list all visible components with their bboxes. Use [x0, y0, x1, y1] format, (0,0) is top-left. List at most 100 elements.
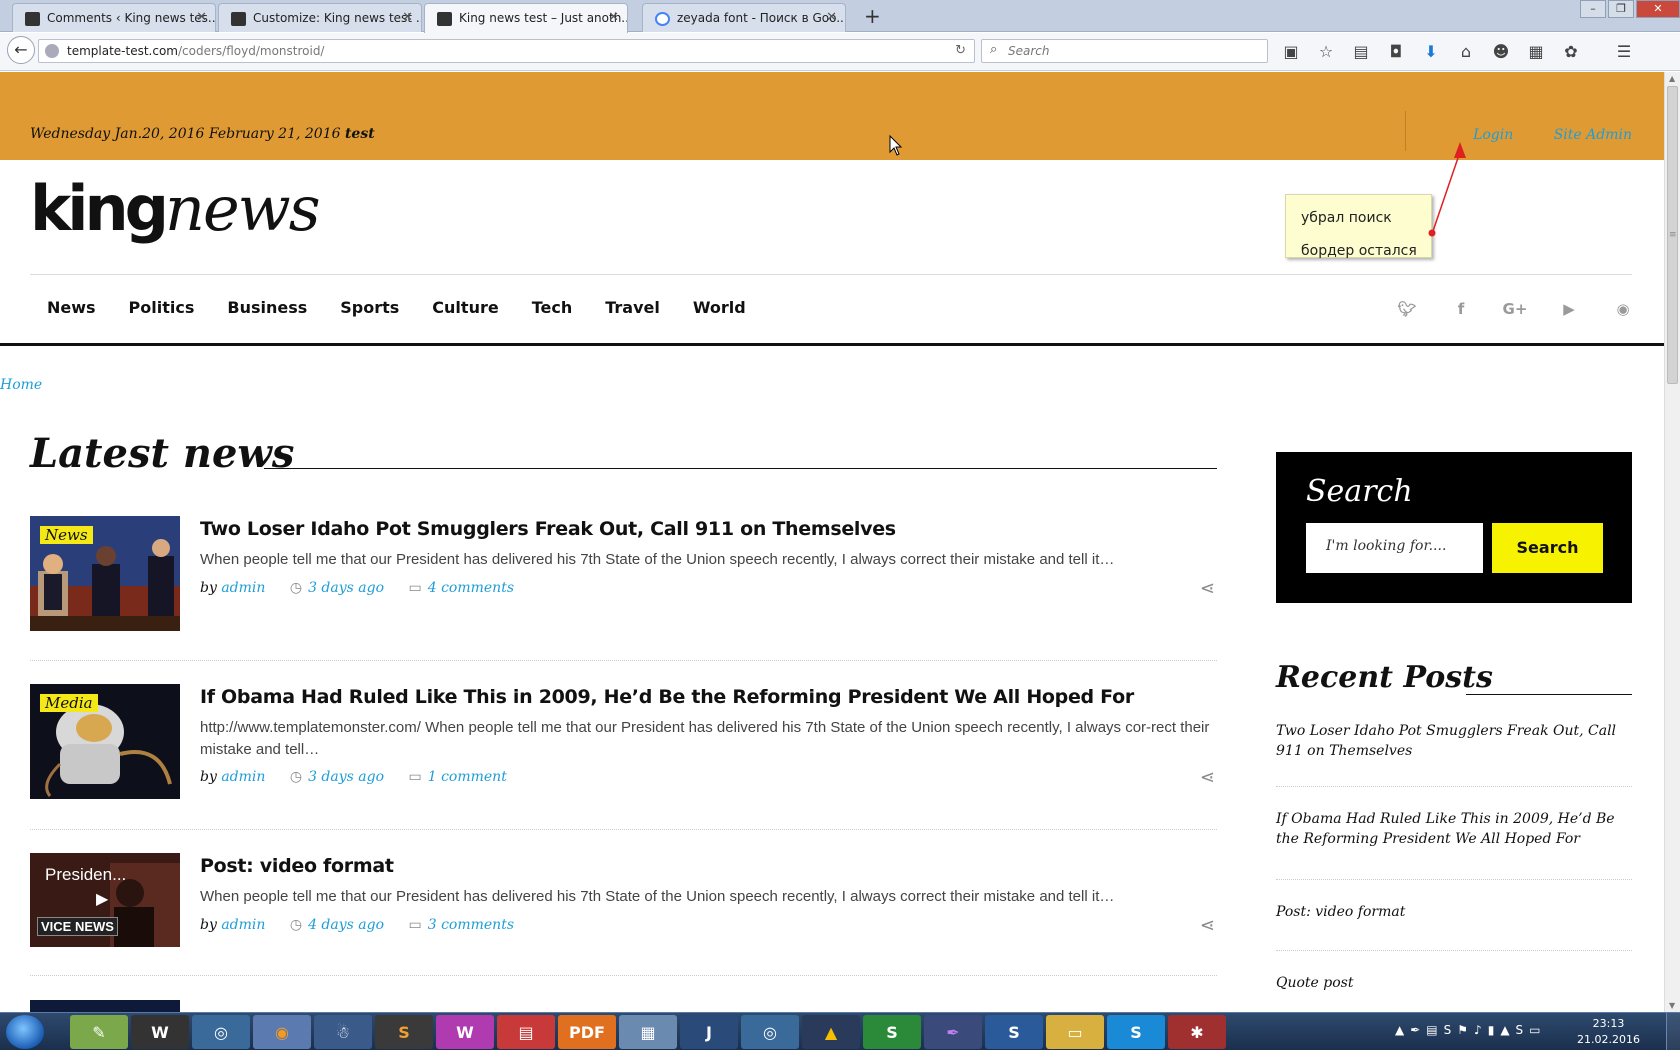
page-scrollbar[interactable]: ▲ ≡ ▼	[1664, 72, 1680, 1012]
facebook-icon[interactable]: f	[1434, 300, 1488, 318]
reload-icon[interactable]: ↻	[955, 43, 966, 58]
owl-app-icon[interactable]: ☃	[314, 1015, 372, 1049]
date-link[interactable]: 4 days ago	[308, 917, 384, 933]
volume-icon[interactable]: ♪	[1474, 1023, 1482, 1037]
maximize-icon[interactable]: ❐	[1608, 0, 1634, 18]
s-brand-icon[interactable]: S	[985, 1015, 1043, 1049]
post-title[interactable]: Post: video format	[200, 855, 394, 877]
category-badge[interactable]: Media	[40, 694, 98, 712]
browser-tab-active[interactable]: King news test – Just anoth... ✕	[424, 3, 628, 33]
tray-s-icon[interactable]: S	[1444, 1023, 1452, 1037]
sidebar-search-button[interactable]: Search	[1492, 523, 1603, 573]
comments-link[interactable]: 1 comment	[428, 769, 507, 785]
jetbrains-icon[interactable]: J	[680, 1015, 738, 1049]
browser-search-input[interactable]: ⌕ Search	[981, 39, 1268, 63]
close-tab-icon[interactable]: ✕	[402, 10, 413, 25]
download-icon[interactable]: ⬇	[1420, 42, 1442, 61]
site-info-icon[interactable]	[45, 44, 59, 58]
nav-item-world[interactable]: World	[693, 298, 746, 317]
nav-item-tech[interactable]: Tech	[532, 298, 573, 317]
extension-icon[interactable]: ✿	[1560, 42, 1582, 61]
address-bar[interactable]: template-test.com/coders/floyd/monstroid…	[38, 39, 975, 63]
tray-expand-icon[interactable]: ▲	[1395, 1023, 1404, 1037]
bookmark-star-icon[interactable]: ☆	[1315, 42, 1337, 61]
share-icon[interactable]: ⋖	[1200, 915, 1215, 936]
post-thumbnail[interactable]: News	[30, 516, 180, 631]
close-window-icon[interactable]: ✕	[1636, 0, 1680, 18]
pdf-icon[interactable]: PDF	[558, 1015, 616, 1049]
close-tab-icon[interactable]: ✕	[826, 10, 837, 25]
action-center-flag-icon[interactable]: ⚑	[1457, 1023, 1468, 1037]
nav-item-business[interactable]: Business	[227, 298, 307, 317]
new-tab-icon[interactable]: +	[864, 4, 881, 28]
sublime-icon[interactable]: S	[375, 1015, 433, 1049]
browser-tab[interactable]: zeyada font - Поиск в Goo... ✕	[642, 3, 846, 32]
youtube-icon[interactable]: ▶	[1542, 300, 1596, 318]
nav-item-sports[interactable]: Sports	[340, 298, 399, 317]
show-desktop-button[interactable]	[1666, 1013, 1680, 1050]
nav-item-travel[interactable]: Travel	[605, 298, 660, 317]
start-button[interactable]	[6, 1015, 44, 1049]
scroll-down-icon[interactable]: ▼	[1669, 1001, 1675, 1010]
post-title[interactable]: Two Loser Idaho Pot Smugglers Freak Out,…	[200, 518, 896, 540]
close-tab-icon[interactable]: ✕	[608, 10, 619, 25]
creature-app-icon[interactable]: ✱	[1168, 1015, 1226, 1049]
network-icon[interactable]: ▮	[1488, 1023, 1495, 1037]
post-title[interactable]: If Obama Had Ruled Like This in 2009, He…	[200, 686, 1134, 708]
tray-feather-icon[interactable]: ✒	[1410, 1023, 1420, 1037]
back-arrow-icon[interactable]: ←	[7, 36, 35, 64]
recent-post-link[interactable]: Quote post	[1276, 973, 1632, 993]
rss-icon[interactable]: ◉	[1596, 300, 1650, 318]
chrome-icon[interactable]: ◎	[192, 1015, 250, 1049]
browser-tab[interactable]: Customize: King news test ... ✕	[218, 3, 422, 32]
recent-post-link[interactable]: Post: video format	[1276, 902, 1632, 922]
browser-tab[interactable]: Comments ‹ King news tes... ✕	[12, 3, 216, 32]
battery-icon[interactable]: ▭	[1529, 1023, 1540, 1037]
world-of-tanks-icon[interactable]: W	[131, 1015, 189, 1049]
s-app-icon[interactable]: S	[863, 1015, 921, 1049]
screenshot-icon[interactable]: ▣	[1280, 42, 1302, 61]
tray-drive-icon[interactable]: ▲	[1500, 1023, 1509, 1037]
nav-item-news[interactable]: News	[47, 298, 96, 317]
feather-icon[interactable]: ✒	[924, 1015, 982, 1049]
post-thumbnail[interactable]: Media	[30, 684, 180, 799]
firefox-icon[interactable]: ◉	[253, 1015, 311, 1049]
chrome-alt-icon[interactable]: ◎	[741, 1015, 799, 1049]
date-link[interactable]: 3 days ago	[308, 769, 384, 785]
comments-link[interactable]: 4 comments	[428, 580, 514, 596]
menu-hamburger-icon[interactable]: ☰	[1613, 42, 1635, 61]
breadcrumb[interactable]: Home	[0, 377, 42, 393]
author-link[interactable]: admin	[221, 917, 265, 933]
comments-link[interactable]: 3 comments	[428, 917, 514, 933]
share-icon[interactable]: ⋖	[1200, 767, 1215, 788]
category-badge[interactable]: News	[40, 526, 93, 544]
share-icon[interactable]: ⋖	[1200, 578, 1215, 599]
recent-post-link[interactable]: Two Loser Idaho Pot Smugglers Freak Out,…	[1276, 721, 1632, 761]
author-link[interactable]: admin	[221, 769, 265, 785]
addon-icon[interactable]: ▦	[1525, 42, 1547, 61]
save-app-icon[interactable]: ▤	[497, 1015, 555, 1049]
webstorm-icon[interactable]: W	[436, 1015, 494, 1049]
language-flag-icon[interactable]: ▤	[1426, 1023, 1437, 1037]
twitter-icon[interactable]: 🐦︎	[1380, 300, 1434, 318]
pocket-icon[interactable]: ◘	[1385, 42, 1407, 61]
nav-item-culture[interactable]: Culture	[432, 298, 498, 317]
chat-icon[interactable]: ☻	[1490, 42, 1512, 61]
minimize-icon[interactable]: –	[1580, 0, 1606, 18]
author-link[interactable]: admin	[221, 580, 265, 596]
avast-icon[interactable]: ▲	[802, 1015, 860, 1049]
site-admin-link[interactable]: Site Admin	[1554, 127, 1632, 143]
close-tab-icon[interactable]: ✕	[196, 10, 207, 25]
google-plus-icon[interactable]: G+	[1488, 300, 1542, 318]
notepad-icon[interactable]: ✎	[70, 1015, 128, 1049]
sidebar-search-input[interactable]: I'm looking for....	[1306, 523, 1483, 573]
nav-item-politics[interactable]: Politics	[129, 298, 195, 317]
system-clock[interactable]: 23:13 21.02.2016	[1577, 1016, 1640, 1048]
recent-post-link[interactable]: If Obama Had Ruled Like This in 2009, He…	[1276, 809, 1632, 849]
site-logo[interactable]: kingnews	[30, 172, 321, 245]
reading-list-icon[interactable]: ▤	[1350, 42, 1372, 61]
skype-icon[interactable]: S	[1107, 1015, 1165, 1049]
play-icon[interactable]: ▶	[96, 889, 108, 908]
post-video-thumbnail[interactable]: Presiden... ▶ VICE NEWS	[30, 853, 180, 947]
scroll-up-icon[interactable]: ▲	[1669, 74, 1675, 83]
